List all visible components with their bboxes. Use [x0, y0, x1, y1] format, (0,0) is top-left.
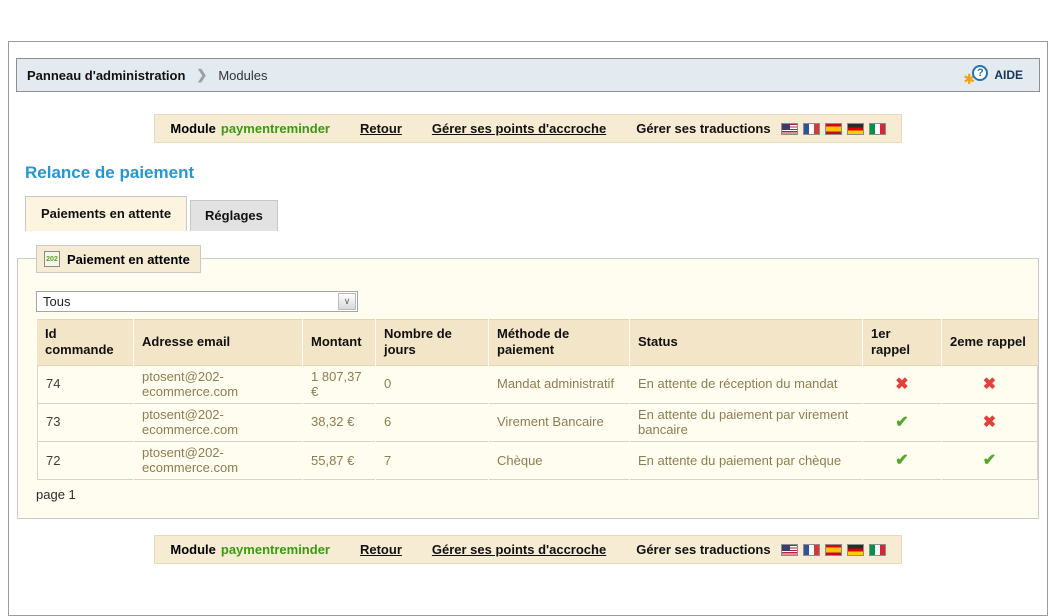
table-header-row: Id commande Adresse email Montant Nombre de…	[37, 319, 1038, 366]
breadcrumb-current-page: Modules	[218, 67, 268, 83]
cross-icon: ✖	[982, 375, 997, 393]
admin-content-frame: Panneau d'administration ❯ Modules ✱ ? A…	[8, 41, 1048, 616]
table-cell: En attente du paiement par virement banc…	[630, 404, 862, 442]
help-label: AIDE	[994, 68, 1023, 82]
flag-fr-icon[interactable]	[802, 122, 820, 135]
reminder-cell: ✔	[863, 404, 941, 442]
cross-icon: ✖	[895, 375, 909, 393]
check-icon: ✔	[895, 413, 909, 431]
manage-translations-label: Gérer ses traductions	[636, 121, 771, 136]
question-mark-icon: ?	[972, 64, 989, 81]
flag-us-icon[interactable]	[780, 122, 798, 135]
page-title: Relance de paiement	[25, 163, 195, 182]
check-icon: ✔	[982, 451, 997, 469]
reminder-cell: ✖	[863, 366, 941, 404]
help-icon: ✱ ?	[963, 64, 989, 87]
column-header: Adresse email	[134, 319, 302, 366]
column-header: Méthode de paiement	[489, 319, 629, 366]
translation-flags	[780, 543, 886, 556]
column-header: Montant	[303, 319, 375, 366]
panel-legend-label: Paiement en attente	[67, 251, 190, 267]
table-cell: 7	[376, 442, 488, 481]
module-toolbar-top: Module paymentreminder Retour Gérer ses p…	[154, 114, 902, 143]
column-header: Status	[630, 319, 862, 366]
tab-settings[interactable]: Réglages	[190, 200, 278, 231]
table-cell: 74	[37, 365, 133, 404]
table-cell: En attente de réception du mandat	[630, 366, 862, 404]
flag-it-icon[interactable]	[868, 122, 886, 135]
table-cell: 72	[37, 441, 133, 481]
column-header: Id commande	[37, 319, 133, 366]
flag-it-icon[interactable]	[868, 543, 886, 556]
module-label: Module	[170, 121, 216, 136]
table-row: 72 ptosent@202-ecommerce.com 55,87 €7 Chèqu…	[37, 441, 1038, 481]
table-cell: ptosent@202-ecommerce.com	[134, 404, 302, 442]
back-link[interactable]: Retour	[360, 542, 402, 557]
manage-translations-label: Gérer ses traductions	[636, 542, 771, 558]
pagination-label: page 1	[36, 487, 76, 503]
status-filter-value: Tous	[43, 294, 71, 309]
tab-bar: Paiements en attente Réglages	[25, 196, 1047, 231]
translations-group: Gérer ses traductions	[636, 121, 886, 136]
table-row: 73 ptosent@202-ecommerce.com 38,32 €6 Virem…	[37, 403, 1038, 442]
table-cell: 1 807,37 €	[303, 366, 375, 404]
table-cell: Mandat administratif	[489, 366, 629, 404]
flag-us-icon[interactable]	[780, 543, 798, 556]
status-filter-select[interactable]: Tous ∨	[36, 291, 358, 312]
flag-de-icon[interactable]	[846, 543, 864, 556]
flag-es-icon[interactable]	[824, 122, 842, 135]
reminder-cell: ✔	[942, 441, 1038, 481]
chevron-down-icon: ∨	[338, 293, 356, 310]
flag-de-icon[interactable]	[846, 122, 864, 135]
manage-hooks-link[interactable]: Gérer ses points d'accroche	[432, 121, 606, 136]
column-header: Nombre de jours	[376, 319, 488, 366]
manage-hooks-link[interactable]: Gérer ses points d'accroche	[432, 542, 606, 557]
module-202-icon: 202	[44, 251, 60, 267]
table-body: 74 ptosent@202-ecommerce.com 1 807,37 €0 Ma…	[37, 365, 1038, 481]
column-header: 1er rappel	[863, 319, 941, 366]
table-cell: 38,32 €	[303, 404, 375, 442]
reminder-cell: ✔	[863, 442, 941, 481]
flag-fr-icon[interactable]	[802, 543, 820, 556]
breadcrumb-chevron-icon: ❯	[196, 67, 208, 82]
module-identifier: Module paymentreminder	[170, 542, 330, 557]
table-cell: ptosent@202-ecommerce.com	[134, 442, 302, 481]
table-cell: 73	[37, 403, 133, 442]
module-name: paymentreminder	[220, 121, 330, 136]
module-name: paymentreminder	[220, 542, 330, 558]
table-cell: ptosent@202-ecommerce.com	[134, 366, 302, 404]
help-button[interactable]: ✱ ? AIDE	[957, 61, 1029, 90]
panel-legend: 202 Paiement en attente	[36, 245, 201, 273]
table-cell: Chèque	[489, 442, 629, 481]
column-header: 2eme rappel	[942, 319, 1038, 366]
pending-payments-table: Id commande Adresse email Montant Nombre de…	[36, 319, 1039, 481]
table-cell: Virement Bancaire	[489, 404, 629, 442]
table-row: 74 ptosent@202-ecommerce.com 1 807,37 €0 Ma…	[37, 365, 1038, 404]
tab-pending-payments[interactable]: Paiements en attente	[25, 196, 188, 231]
table-cell: 0	[376, 366, 488, 404]
module-label: Module	[170, 542, 216, 558]
reminder-cell: ✖	[942, 365, 1038, 404]
module-identifier: Module paymentreminder	[170, 121, 330, 136]
breadcrumb: Panneau d'administration ❯ Modules ✱ ? A…	[16, 58, 1040, 92]
reminder-cell: ✖	[942, 403, 1038, 442]
translation-flags	[780, 122, 886, 135]
back-link[interactable]: Retour	[360, 121, 402, 136]
pending-payments-panel: 202 Paiement en attente Tous ∨ Id comman…	[17, 245, 1039, 520]
check-icon: ✔	[895, 451, 909, 469]
table-cell: 6	[376, 404, 488, 442]
flag-es-icon[interactable]	[824, 543, 842, 556]
cross-icon: ✖	[982, 413, 997, 431]
breadcrumb-section-link[interactable]: Panneau d'administration	[27, 68, 185, 83]
table-cell: En attente du paiement par chèque	[630, 442, 862, 481]
translations-group: Gérer ses traductions	[636, 542, 886, 558]
table-cell: 55,87 €	[303, 442, 375, 481]
module-toolbar-bottom: Module paymentreminder Retour Gérer ses p…	[154, 535, 902, 565]
